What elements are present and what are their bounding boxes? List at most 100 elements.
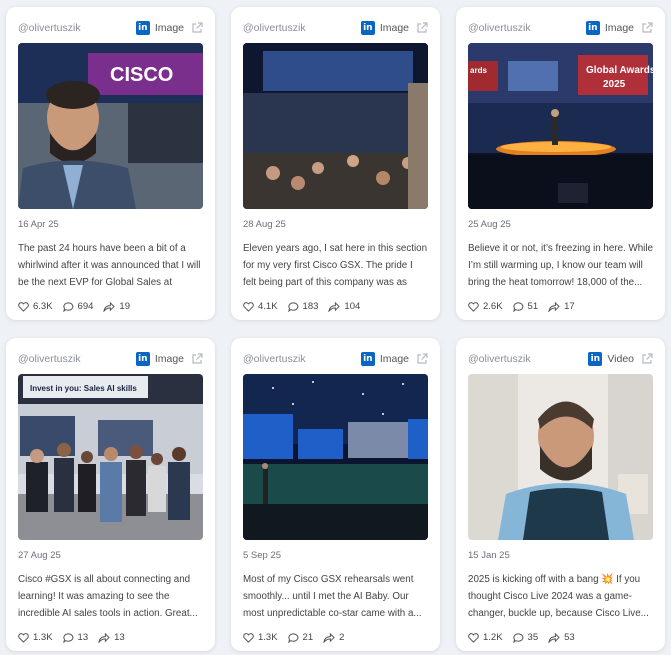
external-link-icon[interactable]	[191, 353, 203, 365]
photo-banner-text: Invest in you: Sales AI skills	[30, 384, 137, 393]
likes-stat: 1.3K	[243, 632, 278, 643]
post-card[interactable]: @olivertuszik in Image CISCO 16 Apr 25 T…	[6, 7, 215, 320]
comments-count: 35	[527, 632, 539, 643]
heart-icon	[468, 632, 479, 643]
post-date: 16 Apr 25	[18, 219, 59, 230]
shares-stat: 104	[328, 301, 360, 312]
post-date: 5 Sep 25	[243, 550, 282, 561]
media-type-label: Image	[154, 22, 184, 34]
comments-count: 21	[302, 632, 314, 643]
share-icon	[103, 301, 116, 312]
likes-count: 1.3K	[33, 632, 53, 643]
comments-stat: 51	[512, 301, 538, 312]
post-card[interactable]: @olivertuszik in Image Invest in you: Sa…	[6, 338, 215, 651]
linkedin-icon: in	[135, 21, 150, 35]
engagement-stats: 4.1K 183 104	[243, 301, 428, 312]
shares-count: 53	[564, 632, 575, 643]
post-image[interactable]: CISCO	[18, 43, 203, 209]
engagement-stats: 2.6K 51 17	[468, 301, 653, 312]
comment-icon	[512, 632, 523, 643]
post-card[interactable]: @olivertuszik in Image Global Awards 202…	[456, 7, 665, 320]
author-handle[interactable]: @olivertuszik	[18, 22, 136, 34]
post-card[interactable]: @olivertuszik in Video 15 Jan 25 2025 is…	[456, 338, 665, 651]
likes-stat: 1.3K	[18, 632, 53, 643]
linkedin-icon: in	[585, 21, 600, 35]
engagement-stats: 1.3K 21 2	[243, 632, 428, 643]
share-icon	[328, 301, 341, 312]
media-type-label: Image	[379, 353, 409, 365]
linkedin-icon: in	[360, 352, 375, 366]
engagement-stats: 1.2K 35 53	[468, 632, 653, 643]
posts-grid: @olivertuszik in Image CISCO 16 Apr 25 T…	[0, 0, 671, 651]
comments-count: 694	[77, 301, 94, 312]
shares-count: 17	[564, 301, 575, 312]
comment-icon	[287, 301, 298, 312]
comments-stat: 21	[287, 632, 314, 643]
post-date: 15 Jan 25	[468, 550, 510, 561]
likes-count: 4.1K	[258, 301, 278, 312]
media-type-label: Image	[154, 353, 184, 365]
likes-count: 1.3K	[258, 632, 278, 643]
comment-icon	[62, 632, 73, 643]
shares-stat: 19	[103, 301, 130, 312]
post-image[interactable]: Invest in you: Sales AI skills	[18, 374, 203, 540]
external-link-icon[interactable]	[416, 353, 428, 365]
shares-stat: 2	[323, 632, 344, 643]
post-date: 28 Aug 25	[243, 219, 286, 230]
comments-stat: 13	[62, 632, 88, 643]
photo-screen-left: ards	[470, 66, 487, 75]
post-card[interactable]: @olivertuszik in Image 5 Sep 25 Most of …	[231, 338, 440, 651]
heart-icon	[468, 301, 479, 312]
author-handle[interactable]: @olivertuszik	[243, 22, 361, 34]
post-image[interactable]	[243, 374, 428, 540]
media-type-label: Image	[379, 22, 409, 34]
post-text: Eleven years ago, I sat here in this sec…	[243, 243, 428, 288]
shares-stat: 17	[548, 301, 575, 312]
post-text: Believe it or not, it’s freezing in here…	[468, 243, 653, 288]
likes-count: 2.6K	[483, 301, 503, 312]
shares-stat: 53	[548, 632, 575, 643]
post-text: The past 24 hours have been a bit of a w…	[18, 243, 201, 288]
share-icon	[548, 632, 560, 643]
photo-sign-text: CISCO	[110, 64, 173, 86]
post-text: 2025 is kicking off with a bang 💥 If you…	[468, 574, 649, 619]
heart-icon	[243, 632, 254, 643]
author-handle[interactable]: @olivertuszik	[18, 353, 136, 365]
external-link-icon[interactable]	[191, 22, 203, 34]
linkedin-icon: in	[588, 352, 603, 366]
linkedin-icon: in	[135, 352, 150, 366]
card-header: @olivertuszik in Image	[18, 17, 203, 39]
comments-stat: 694	[62, 301, 94, 312]
external-link-icon[interactable]	[641, 22, 653, 34]
post-text: Most of my Cisco GSX rehearsals went smo…	[243, 574, 422, 619]
post-video-thumbnail[interactable]	[468, 374, 653, 540]
shares-count: 13	[114, 632, 125, 643]
heart-icon	[18, 632, 29, 643]
heart-icon	[243, 301, 254, 312]
share-icon	[98, 632, 110, 643]
share-icon	[548, 301, 560, 312]
comments-stat: 35	[512, 632, 539, 643]
engagement-stats: 6.3K 694 19	[18, 301, 203, 312]
shares-count: 2	[339, 632, 345, 643]
engagement-stats: 1.3K 13 13	[18, 632, 203, 643]
post-card[interactable]: @olivertuszik in Image 28 Aug 25 Eleven …	[231, 7, 440, 320]
likes-stat: 2.6K	[468, 301, 503, 312]
comment-icon	[287, 632, 298, 643]
card-header: @olivertuszik in Image	[18, 348, 203, 370]
post-image[interactable]: Global Awards 2025 ards	[468, 43, 653, 209]
author-handle[interactable]: @olivertuszik	[243, 353, 361, 365]
comment-icon	[62, 301, 73, 312]
post-date: 25 Aug 25	[468, 219, 511, 230]
post-image[interactable]	[243, 43, 428, 209]
external-link-icon[interactable]	[641, 353, 653, 365]
external-link-icon[interactable]	[416, 22, 428, 34]
shares-count: 19	[119, 301, 130, 312]
likes-stat: 4.1K	[243, 301, 278, 312]
photo-screen-year: 2025	[603, 79, 626, 90]
heart-icon	[18, 301, 29, 312]
post-text: Cisco #GSX is all about connecting and l…	[18, 574, 198, 619]
author-handle[interactable]: @olivertuszik	[468, 22, 586, 34]
comments-count: 183	[302, 301, 319, 312]
author-handle[interactable]: @olivertuszik	[468, 353, 588, 365]
